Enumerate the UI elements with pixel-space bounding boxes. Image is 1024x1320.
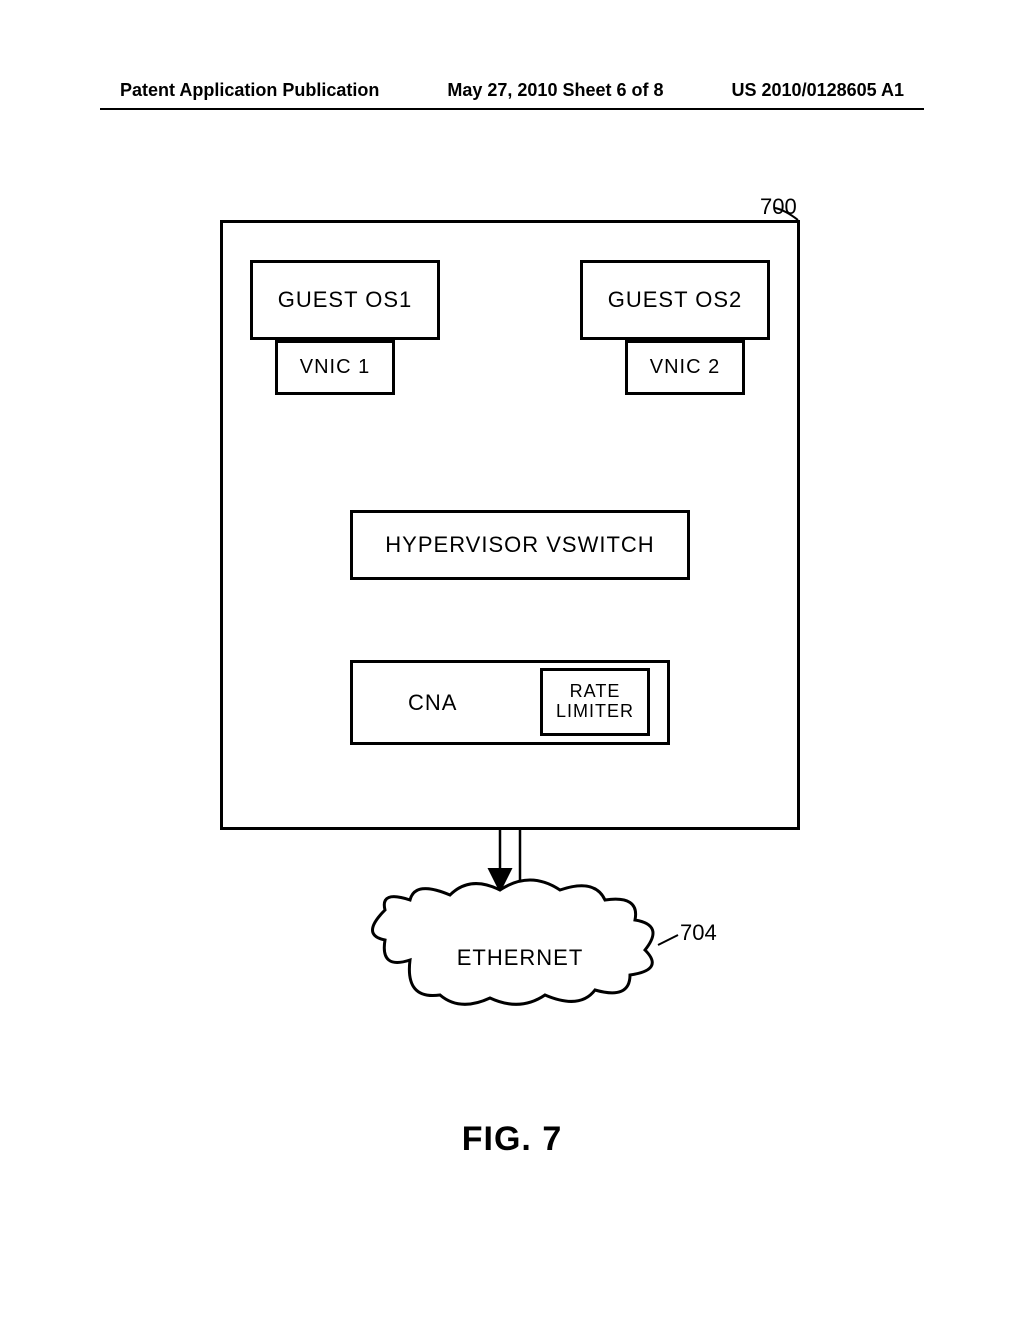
guest-os1-box: GUEST OS1 <box>250 260 440 340</box>
guest-os2-box: GUEST OS2 <box>580 260 770 340</box>
rate-limiter-box: RATE LIMITER <box>540 668 650 736</box>
header-center: May 27, 2010 Sheet 6 of 8 <box>447 80 663 101</box>
vnic2-box: VNIC 2 <box>625 340 745 395</box>
hypervisor-vswitch-box: HYPERVISOR VSWITCH <box>350 510 690 580</box>
figure-caption: FIG. 7 <box>200 1120 824 1159</box>
ref-704: 704 <box>680 920 717 946</box>
vnic1-box: VNIC 1 <box>275 340 395 395</box>
ref-700: 700 <box>760 194 797 220</box>
header-rule <box>100 108 924 110</box>
header-left: Patent Application Publication <box>120 80 379 101</box>
figure-7-diagram: 700 706 708 712 714 710 702 701 703 704 <box>200 200 824 1080</box>
rate-limiter-l1: RATE <box>570 682 621 702</box>
header-right: US 2010/0128605 A1 <box>732 80 904 101</box>
ethernet-label: ETHERNET <box>380 945 660 971</box>
rate-limiter-l2: LIMITER <box>556 702 634 722</box>
